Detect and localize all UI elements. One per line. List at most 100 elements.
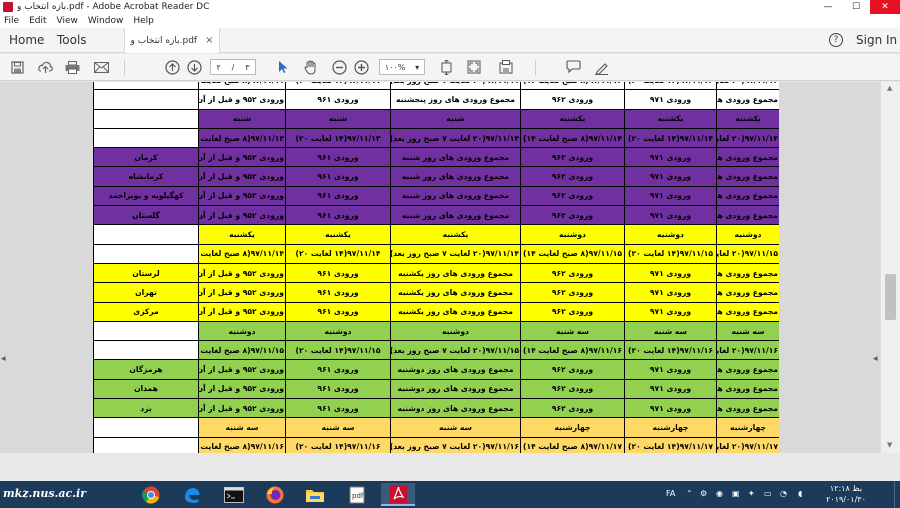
- table-cell: دوشنبه: [624, 224, 717, 245]
- province-cell: گلستان: [93, 205, 199, 226]
- battery-icon[interactable]: ▭: [764, 489, 772, 498]
- rotate-icon[interactable]: [498, 58, 514, 76]
- table-cell: ۹۷/۱۱/۱۲(۱۴ لغایت ۲۰): [624, 82, 717, 91]
- network-icon[interactable]: ⚙: [700, 489, 707, 498]
- document-tab[interactable]: بازه انتخاب و.pdf ×: [124, 28, 220, 53]
- table-cell: ۹۷/۱۱/۱۲(۲۰ لغایت ۷ صبح روز بعد): [716, 82, 779, 91]
- page-current: ۲: [216, 62, 221, 72]
- province-cell: [93, 127, 199, 149]
- wifi-icon[interactable]: ◔: [780, 489, 787, 498]
- table-cell: مجموع ورودی های روز دوشنبه: [716, 282, 779, 303]
- province-cell: لرستان: [93, 262, 199, 284]
- table-cell: ورودی ۹۵۲ و قبل از آن: [198, 359, 286, 380]
- email-icon[interactable]: [93, 58, 109, 76]
- antivirus-icon[interactable]: ◉: [716, 489, 723, 498]
- table-cell: مجموع ورودی های روز یکشنبه: [390, 262, 521, 284]
- document-app-icon[interactable]: pdf: [340, 483, 374, 506]
- prev-page-icon[interactable]: [163, 58, 181, 76]
- menu-view[interactable]: View: [57, 16, 78, 26]
- table-cell: مجموع ورودی های روز یکشنبه: [716, 185, 779, 207]
- table-cell: مجموع ورودی های روز سه شنبه: [716, 359, 779, 380]
- page-number-input[interactable]: ۲ / ۳: [210, 59, 256, 75]
- table-cell: یکشنبه: [390, 224, 521, 245]
- language-indicator[interactable]: FA: [666, 489, 675, 498]
- table-cell: ۹۷/۱۱/۱۵(۱۴ لغایت ۲۰): [624, 243, 717, 264]
- zoom-out-icon[interactable]: [331, 58, 347, 76]
- fit-page-icon[interactable]: [438, 58, 454, 76]
- zoom-level-select[interactable]: ۱۰۰% ▾: [379, 59, 425, 75]
- sign-pen-icon[interactable]: [593, 58, 609, 76]
- table-cell: ورودی ۹۶۱: [285, 147, 391, 168]
- edge-icon[interactable]: [175, 483, 209, 506]
- menu-edit[interactable]: Edit: [29, 16, 46, 26]
- menu-file[interactable]: File: [4, 16, 19, 26]
- full-screen-icon[interactable]: [466, 58, 482, 76]
- scroll-thumb[interactable]: [885, 274, 896, 320]
- close-tab-icon[interactable]: ×: [205, 35, 213, 46]
- table-row: مجموع ورودی های روز یکشنبهورودی ۹۷۱ورودی…: [93, 166, 779, 187]
- schedule-table: ۹۷/۱۱/۱۲(۲۰ لغایت ۷ صبح روز بعد)۹۷/۱۱/۱۲…: [93, 82, 779, 453]
- province-cell: [93, 436, 199, 453]
- table-cell: ورودی ۹۷۱: [624, 262, 717, 284]
- vertical-scrollbar[interactable]: ▲ ▼: [880, 82, 900, 453]
- scroll-up-icon[interactable]: ▲: [887, 84, 892, 92]
- minimize-button[interactable]: —: [814, 0, 842, 14]
- table-cell: سه شنبه: [198, 417, 286, 438]
- left-panel-toggle-icon[interactable]: ◂: [1, 354, 6, 364]
- table-cell: ورودی ۹۵۲ و قبل از آن: [198, 282, 286, 303]
- file-explorer-icon[interactable]: [298, 483, 332, 506]
- document-viewport[interactable]: ◂ ◂ ۹۷/۱۱/۱۲(۲۰ لغایت ۷ صبح روز بعد)۹۷/۱…: [0, 82, 880, 453]
- table-row: مجموع ورودی های روز یکشنبهورودی ۹۷۱ورودی…: [93, 205, 779, 226]
- firefox-icon[interactable]: [258, 483, 292, 506]
- show-hidden-icons-icon[interactable]: ⌃: [686, 489, 693, 498]
- table-row: چهارشنبه چهارشنبه چهارشنبه سه شنبه سه شنبه سه…: [93, 417, 779, 438]
- zoom-in-icon[interactable]: [353, 58, 369, 76]
- province-cell: [93, 108, 199, 129]
- print-icon[interactable]: [64, 58, 80, 76]
- acrobat-icon[interactable]: [381, 483, 415, 506]
- save-icon[interactable]: [9, 58, 25, 76]
- province-cell: [93, 417, 199, 438]
- volume-icon[interactable]: ◖: [798, 489, 802, 498]
- table-cell: دوشنبه: [716, 224, 779, 245]
- table-cell: ورودی ۹۵۲ و قبل از آن: [198, 378, 286, 400]
- table-cell: ۹۷/۱۱/۱۷(۱۴ لغایت ۲۰): [624, 436, 717, 453]
- table-cell: ورودی ۹۶۱: [285, 301, 391, 322]
- table-row: مجموع ورودی های روز یکشنبهورودی ۹۷۱ورودی…: [93, 185, 779, 207]
- comment-icon[interactable]: [565, 58, 581, 76]
- tools-tab[interactable]: Tools: [57, 33, 87, 47]
- chrome-icon[interactable]: [134, 483, 168, 506]
- hand-icon[interactable]: [303, 58, 319, 76]
- table-cell: ۹۷/۱۱/۱۴(۱۴ لغایت ۲۰): [285, 243, 391, 264]
- home-tab[interactable]: Home: [9, 33, 44, 47]
- next-page-icon[interactable]: [185, 58, 203, 76]
- system-clock[interactable]: بظ ۱۲:۱۸ ۲۰۱۹/۰۱/۳۰: [816, 483, 876, 505]
- upload-icon[interactable]: [37, 58, 53, 76]
- scroll-down-icon[interactable]: ▼: [887, 441, 892, 449]
- table-cell: ورودی ۹۶۲: [520, 205, 625, 226]
- shield-icon[interactable]: ▣: [732, 489, 740, 498]
- close-button[interactable]: ✕: [870, 0, 900, 14]
- menu-help[interactable]: Help: [133, 16, 154, 26]
- table-cell: ورودی ۹۷۱: [624, 301, 717, 322]
- zoom-value: ۱۰۰%: [384, 62, 406, 72]
- right-panel-toggle-icon[interactable]: ◂: [873, 354, 878, 364]
- sign-in-link[interactable]: Sign In: [856, 33, 897, 47]
- menu-bar: File Edit View Window Help: [0, 14, 900, 28]
- help-icon[interactable]: ?: [829, 33, 843, 47]
- table-cell: مجموع ورودی های روز شنبه: [390, 166, 521, 187]
- update-icon[interactable]: ✦: [748, 489, 755, 498]
- title-bar: بازه انتخاب و.pdf - Adobe Acrobat Reader…: [0, 0, 900, 14]
- table-cell: ورودی ۹۷۱: [624, 378, 717, 400]
- table-cell: مجموع ورودی های روز دوشنبه: [390, 398, 521, 419]
- menu-window[interactable]: Window: [88, 16, 124, 26]
- table-cell: شنبه: [285, 108, 391, 129]
- table-row: ۹۷/۱۱/۱۵(۲۰ لغایت ۷ صبح روز بعد)۹۷/۱۱/۱۵…: [93, 243, 779, 264]
- show-desktop-button[interactable]: [894, 481, 900, 508]
- table-cell: مجموع ورودی های روز یکشنبه: [716, 205, 779, 226]
- select-cursor-icon[interactable]: [276, 58, 290, 76]
- table-cell: مجموع ورودی های روز دوشنبه: [390, 378, 521, 400]
- terminal-icon[interactable]: [217, 483, 251, 506]
- table-row: مجموع ورودی های روز سه شنبهورودی ۹۷۱ورود…: [93, 398, 779, 419]
- maximize-button[interactable]: ☐: [842, 0, 870, 14]
